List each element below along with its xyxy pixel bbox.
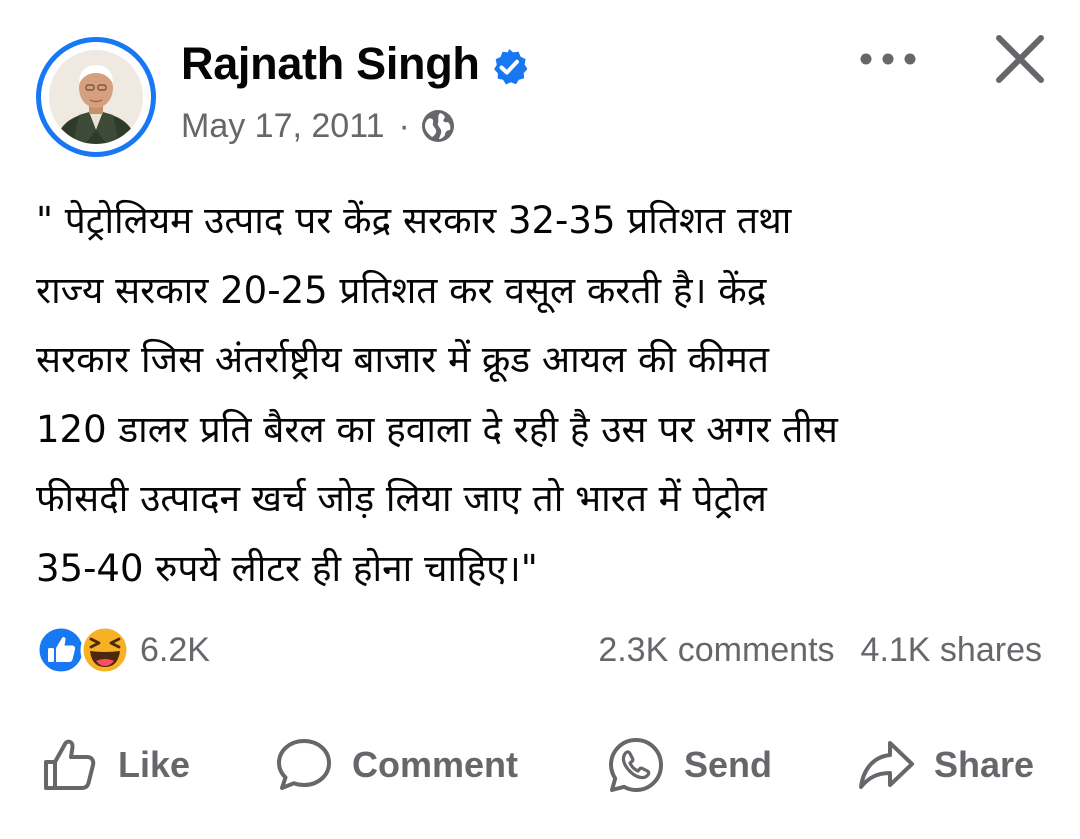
author-name[interactable]: Rajnath Singh	[181, 36, 480, 92]
reaction-count[interactable]: 6.2K	[140, 631, 210, 670]
comment-bubble-icon	[277, 739, 331, 790]
comment-button[interactable]: Comment	[274, 730, 518, 800]
close-icon[interactable]	[993, 32, 1047, 86]
avatar-person-icon	[49, 50, 143, 144]
thumbs-up-icon	[44, 739, 96, 790]
whatsapp-icon	[609, 738, 663, 792]
verified-badge-icon	[494, 49, 528, 85]
send-button[interactable]: Send	[606, 730, 772, 800]
share-button[interactable]: Share	[856, 730, 1034, 800]
like-button[interactable]: Like	[40, 730, 190, 800]
like-label: Like	[118, 744, 191, 785]
like-reaction-icon	[36, 625, 86, 675]
reaction-summary[interactable]: 6.2K	[36, 624, 210, 676]
haha-reaction-icon	[80, 625, 130, 675]
shares-count[interactable]: 4.1K shares	[861, 631, 1042, 670]
meta-separator: ·	[398, 106, 410, 145]
post-meta: May 17, 2011 ·	[181, 104, 456, 148]
send-label: Send	[684, 744, 773, 785]
post-text: " पेट्रोलियम उत्पाद पर केंद्र सरकार 32-3…	[36, 199, 838, 590]
avatar-photo	[49, 50, 143, 144]
comment-label: Comment	[352, 744, 519, 785]
action-bar: Like Comment Send Share	[0, 730, 1080, 800]
comments-count[interactable]: 2.3K comments	[598, 631, 834, 670]
share-label: Share	[934, 744, 1035, 785]
globe-icon	[421, 110, 454, 142]
post-header: Rajnath Singh May 17, 2011 ·	[0, 0, 1080, 170]
post-date[interactable]: May 17, 2011	[181, 107, 385, 146]
share-arrow-icon	[859, 741, 914, 789]
more-dots-icon[interactable]	[855, 44, 921, 74]
engagement-stats: 2.3K comments 4.1K shares	[598, 624, 1042, 676]
author-avatar[interactable]	[36, 37, 156, 157]
